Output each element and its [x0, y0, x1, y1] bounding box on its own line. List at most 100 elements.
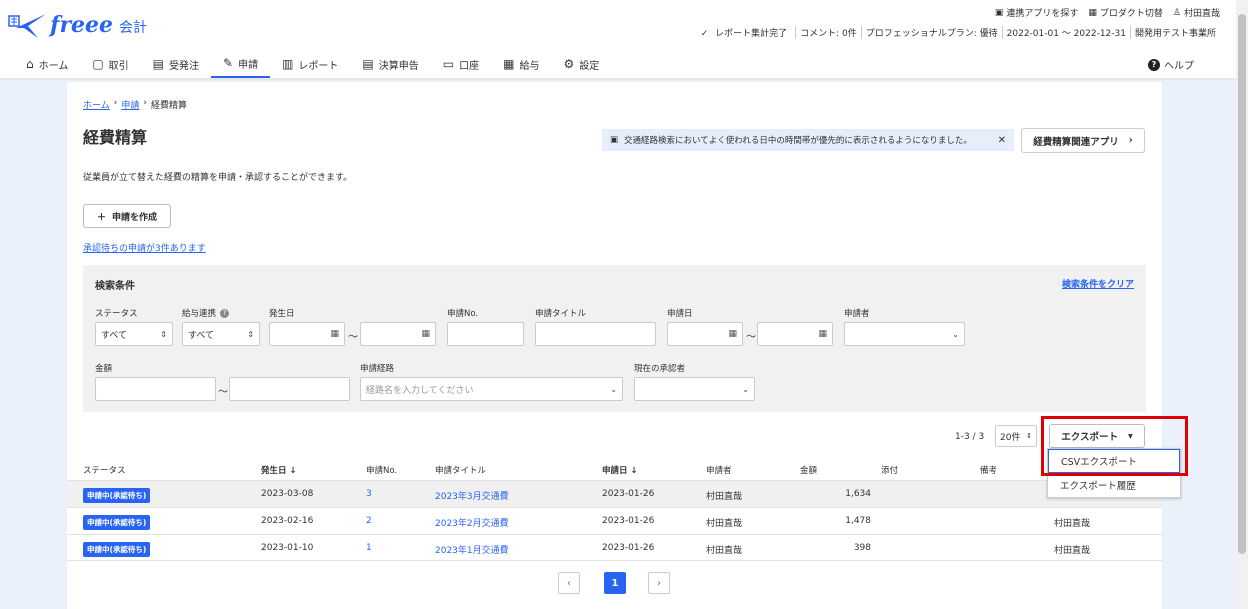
- transaction-icon: ▢: [92, 57, 104, 71]
- route-select[interactable]: 経路名を入力してください ⌄: [360, 377, 623, 401]
- applicant-select[interactable]: ⌄: [844, 322, 965, 346]
- cell-title-link[interactable]: 2023年3月交通費: [435, 489, 509, 502]
- approver-select[interactable]: ⌄: [634, 377, 755, 401]
- status-comments[interactable]: コメント: 0件: [795, 26, 861, 39]
- cell-title-link[interactable]: 2023年2月交通費: [435, 516, 509, 529]
- col-app-date[interactable]: 申請日 ↓: [602, 464, 638, 476]
- calendar-icon: ▦: [818, 329, 827, 339]
- calendar-icon: ▦: [421, 329, 430, 339]
- payroll-label: 給与連携?: [182, 307, 230, 319]
- nav-orders[interactable]: ▤ 受発注: [141, 50, 211, 78]
- breadcrumb-current: 経費精算: [150, 101, 187, 111]
- select-arrow-icon: ⇕: [247, 329, 254, 339]
- status-label: ステータス: [95, 309, 138, 319]
- highlight-box: [1041, 416, 1188, 476]
- nav-accounts[interactable]: ▭ 口座: [431, 50, 491, 78]
- issue-date-to[interactable]: ▦: [360, 322, 436, 346]
- status-office[interactable]: 開発用テスト事業所: [1129, 26, 1220, 39]
- switch-product-link[interactable]: ▦ プロダクト切替: [1088, 6, 1163, 20]
- breadcrumb-home[interactable]: ホーム: [83, 98, 110, 111]
- cell-amount: 1,634: [845, 489, 871, 499]
- close-icon[interactable]: ✕: [998, 135, 1006, 146]
- cell-no-link[interactable]: 2: [366, 516, 372, 526]
- sort-arrow-icon: ↓: [630, 466, 638, 476]
- app-no-input[interactable]: [447, 322, 524, 346]
- main-nav: ⌂ ホーム ▢ 取引 ▤ 受発注 ✎ 申請 ▥ レポート ▤ 決算申告 ▭ 口座 ▦ 給与 ⚙ 設…: [14, 50, 611, 78]
- app-title-input[interactable]: [535, 322, 656, 346]
- cell-amount: 398: [853, 543, 871, 553]
- page-description: 従業員が立て替えた経費の精算を申請・承認することができます。: [83, 173, 353, 183]
- home-icon: ⌂: [26, 57, 34, 71]
- export-history-item[interactable]: エクスポート履歴: [1048, 473, 1180, 497]
- issue-date-label: 発生日: [269, 309, 295, 319]
- nav-settings[interactable]: ⚙ 設定: [551, 50, 611, 78]
- breadcrumb-apply[interactable]: 申請: [121, 98, 139, 111]
- cell-date: 2023-02-16: [261, 516, 314, 526]
- next-page-button[interactable]: ›: [648, 572, 670, 594]
- status-select[interactable]: すべて ⇕: [95, 322, 173, 346]
- amount-to[interactable]: [229, 377, 350, 401]
- notice-text: 交通経路検索においてよく使われる日中の時間帯が優先的に表示されるようになりました…: [624, 136, 972, 146]
- nav-tax[interactable]: ▤ 決算申告: [350, 50, 430, 78]
- chevron-down-icon: ⌄: [610, 384, 617, 394]
- scrollbar-thumb[interactable]: [1238, 14, 1246, 554]
- issue-date-from[interactable]: ▦: [269, 322, 345, 346]
- clear-search-link[interactable]: 検索条件をクリア: [1062, 277, 1134, 290]
- app-date-from[interactable]: ▦: [667, 322, 743, 346]
- col-date[interactable]: 発生日 ↓: [261, 464, 297, 476]
- cell-app-date: 2023-01-26: [602, 516, 655, 526]
- freee-logo[interactable]: freee 会計: [8, 8, 147, 42]
- cell-title-link[interactable]: 2023年1月交通費: [435, 543, 509, 556]
- cell-app-date: 2023-01-26: [602, 489, 655, 499]
- nav-reports[interactable]: ▥ レポート: [270, 50, 350, 78]
- utility-links: ▣ 連携アプリを探す ▦ プロダクト切替 ♙ 村田直哉: [995, 6, 1220, 20]
- logo-product: 会計: [119, 20, 148, 36]
- notice-icon: ▣: [610, 135, 619, 145]
- range-separator: ～: [348, 332, 358, 343]
- nav-applications[interactable]: ✎ 申請: [211, 50, 271, 78]
- nav-home[interactable]: ⌂ ホーム: [14, 50, 80, 78]
- help-link[interactable]: ? ヘルプ: [1148, 57, 1194, 72]
- report-icon: ▥: [282, 57, 294, 71]
- pending-approvals-link[interactable]: 承認待ちの申請が3件あります: [83, 241, 206, 254]
- breadcrumb: ホーム › 申請 › 経費精算: [83, 98, 187, 111]
- page-scrollbar[interactable]: [1236, 0, 1248, 609]
- top-header: freee 会計 ▣ 連携アプリを探す ▦ プロダクト切替 ♙ 村田直哉 ✓ レポート…: [0, 0, 1236, 80]
- related-apps-button[interactable]: 経費精算関連アプリ ›: [1021, 128, 1145, 153]
- cell-no-link[interactable]: 1: [366, 543, 372, 553]
- sort-arrow-icon: ↓: [289, 466, 297, 476]
- table-header: ステータス 発生日 ↓ 申請No. 申請タイトル 申請日 ↓ 申請者 金額 添付…: [67, 460, 1162, 480]
- nav-transactions[interactable]: ▢ 取引: [80, 50, 140, 78]
- create-application-button[interactable]: ＋申請を作成: [83, 204, 171, 228]
- payroll-select[interactable]: すべて ⇕: [182, 322, 260, 346]
- prev-page-button[interactable]: ‹: [558, 572, 580, 594]
- cell-amount: 1,478: [845, 516, 871, 526]
- app-date-label: 申請日: [667, 309, 693, 319]
- calendar-icon: ▦: [330, 329, 339, 339]
- table-row[interactable]: 申請中(承認待ち) 2023-01-10 1 2023年1月交通費 2023-0…: [67, 534, 1162, 561]
- chevron-right-icon: ›: [1128, 135, 1133, 146]
- app-date-to[interactable]: ▦: [757, 322, 833, 346]
- find-apps-link[interactable]: ▣ 連携アプリを探す: [995, 6, 1079, 20]
- table-row[interactable]: 申請中(承認待ち) 2023-03-08 3 2023年3月交通費 2023-0…: [67, 480, 1162, 507]
- chevron-right-icon: ›: [143, 98, 147, 108]
- amount-from[interactable]: [95, 377, 216, 401]
- applicant-label: 申請者: [844, 309, 870, 319]
- nav-payroll[interactable]: ▦ 給与: [491, 50, 551, 78]
- status-plan: プロフェッショナルプラン: 優待: [860, 26, 1002, 39]
- gear-icon: ⚙: [563, 57, 575, 71]
- question-icon[interactable]: ?: [220, 308, 230, 318]
- tax-icon: ▤: [362, 57, 374, 71]
- status-period[interactable]: 2022-01-01 ～ 2022-12-31: [1001, 26, 1130, 39]
- select-arrow-icon: ⇕: [160, 329, 167, 339]
- cell-no-link[interactable]: 3: [366, 489, 372, 499]
- col-status: ステータス: [83, 466, 126, 476]
- app-title-label: 申請タイトル: [535, 309, 587, 319]
- col-notes: 備考: [980, 466, 998, 476]
- per-page-select[interactable]: 20件 ⇕: [995, 425, 1037, 447]
- col-no: 申請No.: [366, 466, 398, 476]
- user-menu[interactable]: ♙ 村田直哉: [1173, 6, 1220, 20]
- table-row[interactable]: 申請中(承認待ち) 2023-02-16 2 2023年2月交通費 2023-0…: [67, 507, 1162, 534]
- page-1-button[interactable]: 1: [604, 572, 626, 594]
- help-icon: ?: [1148, 58, 1160, 71]
